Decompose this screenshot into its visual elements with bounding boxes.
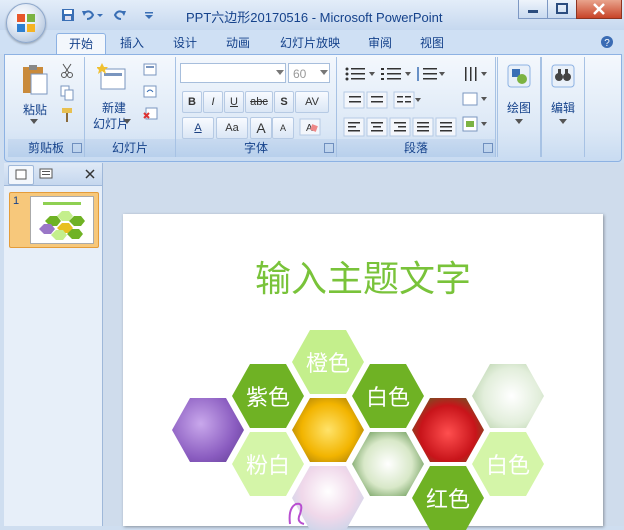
- font-group: 60 B I U abc S AV A Aa A A A 字体: [176, 57, 337, 157]
- strikethrough-button[interactable]: abc: [245, 91, 273, 113]
- drawing-icon: [507, 64, 531, 88]
- clipboard-group: 粘贴 剪贴板: [8, 57, 85, 157]
- indent-icons[interactable]: [343, 91, 389, 109]
- editing-dropdown-icon[interactable]: [559, 119, 567, 125]
- tab-view[interactable]: 视图: [412, 33, 452, 53]
- paragraph-group-label: 段落: [337, 139, 495, 157]
- outline-tab-icon: [39, 168, 53, 179]
- save-icon[interactable]: [60, 7, 76, 23]
- line-spacing-icon[interactable]: [415, 65, 447, 83]
- character-spacing-button[interactable]: AV: [295, 91, 329, 113]
- paste-button[interactable]: 粘贴: [18, 101, 52, 118]
- drawing-group[interactable]: 绘图: [497, 57, 541, 157]
- slide-title[interactable]: 输入主题文字: [123, 250, 603, 302]
- paste-dropdown-icon[interactable]: [30, 119, 38, 125]
- text-shadow-button[interactable]: S: [274, 91, 294, 113]
- clipboard-launcher-icon[interactable]: [72, 143, 82, 153]
- font-name-combobox[interactable]: [180, 63, 286, 83]
- svg-text:?: ?: [604, 38, 610, 49]
- drawing-button-label[interactable]: 绘图: [498, 99, 540, 116]
- close-pane-icon[interactable]: [84, 168, 96, 180]
- reset-slide-icon[interactable]: [143, 85, 159, 99]
- maximize-icon: [556, 3, 568, 14]
- minimize-button[interactable]: [518, 0, 548, 19]
- new-slide-dropdown-icon[interactable]: [123, 119, 131, 125]
- minimize-icon: [528, 10, 538, 13]
- slide-number: 1: [13, 195, 20, 207]
- slides-tab[interactable]: [8, 165, 34, 185]
- bold-button[interactable]: B: [182, 91, 202, 113]
- slides-group: 新建 幻灯片 幻灯片: [85, 57, 176, 157]
- paragraph-group: 段落: [337, 57, 496, 157]
- new-slide-button-line1[interactable]: 新建: [89, 99, 139, 116]
- slides-tab-icon: [15, 169, 27, 180]
- window-title: PPT六边形20170516 - Microsoft PowerPoint: [186, 10, 443, 25]
- redo-icon[interactable]: [112, 7, 128, 23]
- customize-qat-icon[interactable]: [144, 7, 154, 23]
- new-slide-icon: [97, 63, 126, 90]
- text-direction-icons[interactable]: [461, 65, 489, 139]
- grow-font-button[interactable]: A: [250, 117, 272, 139]
- tab-review[interactable]: 审阅: [360, 33, 400, 53]
- help-icon[interactable]: ?: [600, 35, 614, 49]
- undo-icon[interactable]: [80, 7, 96, 23]
- font-launcher-icon[interactable]: [324, 143, 334, 153]
- bullets-icon[interactable]: [343, 65, 377, 83]
- clear-formatting-icon[interactable]: A: [298, 117, 322, 137]
- cut-icon[interactable]: [60, 63, 74, 79]
- slide-thumbnail-image[interactable]: [30, 196, 94, 244]
- layout-icon[interactable]: [143, 63, 159, 77]
- editing-button-label[interactable]: 编辑: [542, 99, 584, 116]
- tab-slideshow[interactable]: 幻灯片放映: [272, 33, 348, 53]
- tab-insert[interactable]: 插入: [112, 33, 152, 53]
- font-color-button[interactable]: A: [182, 117, 214, 139]
- thumbnail-hexagons: [39, 211, 85, 240]
- ribbon-decoration-icon: [288, 502, 305, 525]
- font-name-dropdown-icon[interactable]: [276, 70, 284, 76]
- change-case-button[interactable]: Aa: [216, 117, 248, 139]
- paragraph-launcher-icon[interactable]: [483, 143, 493, 153]
- maximize-button[interactable]: [547, 0, 577, 19]
- drawing-dropdown-icon[interactable]: [515, 119, 523, 125]
- tab-animation[interactable]: 动画: [218, 33, 258, 53]
- slides-group-label: 幻灯片: [85, 139, 175, 157]
- format-painter-icon[interactable]: [60, 107, 74, 123]
- editing-group[interactable]: 编辑: [541, 57, 585, 157]
- find-icon: [551, 64, 575, 88]
- close-button[interactable]: [576, 0, 622, 19]
- undo-dropdown-icon[interactable]: [96, 7, 104, 23]
- outline-tab[interactable]: [34, 165, 58, 183]
- underline-button[interactable]: U: [224, 91, 244, 113]
- copy-icon[interactable]: [60, 85, 74, 101]
- alignment-icons[interactable]: [343, 117, 459, 137]
- office-button[interactable]: [6, 3, 46, 43]
- office-logo-icon: [17, 14, 35, 32]
- numbering-icon[interactable]: [379, 65, 413, 83]
- delete-slide-icon[interactable]: [143, 107, 159, 121]
- font-group-label: 字体: [176, 139, 336, 157]
- columns-icon[interactable]: [393, 91, 423, 109]
- font-size-dropdown-icon[interactable]: [320, 70, 328, 76]
- close-icon: [593, 3, 605, 15]
- italic-button[interactable]: I: [203, 91, 223, 113]
- paste-icon: [23, 65, 48, 95]
- tab-design[interactable]: 设计: [165, 33, 205, 53]
- tab-home[interactable]: 开始: [56, 33, 106, 54]
- shrink-font-button[interactable]: A: [272, 117, 294, 139]
